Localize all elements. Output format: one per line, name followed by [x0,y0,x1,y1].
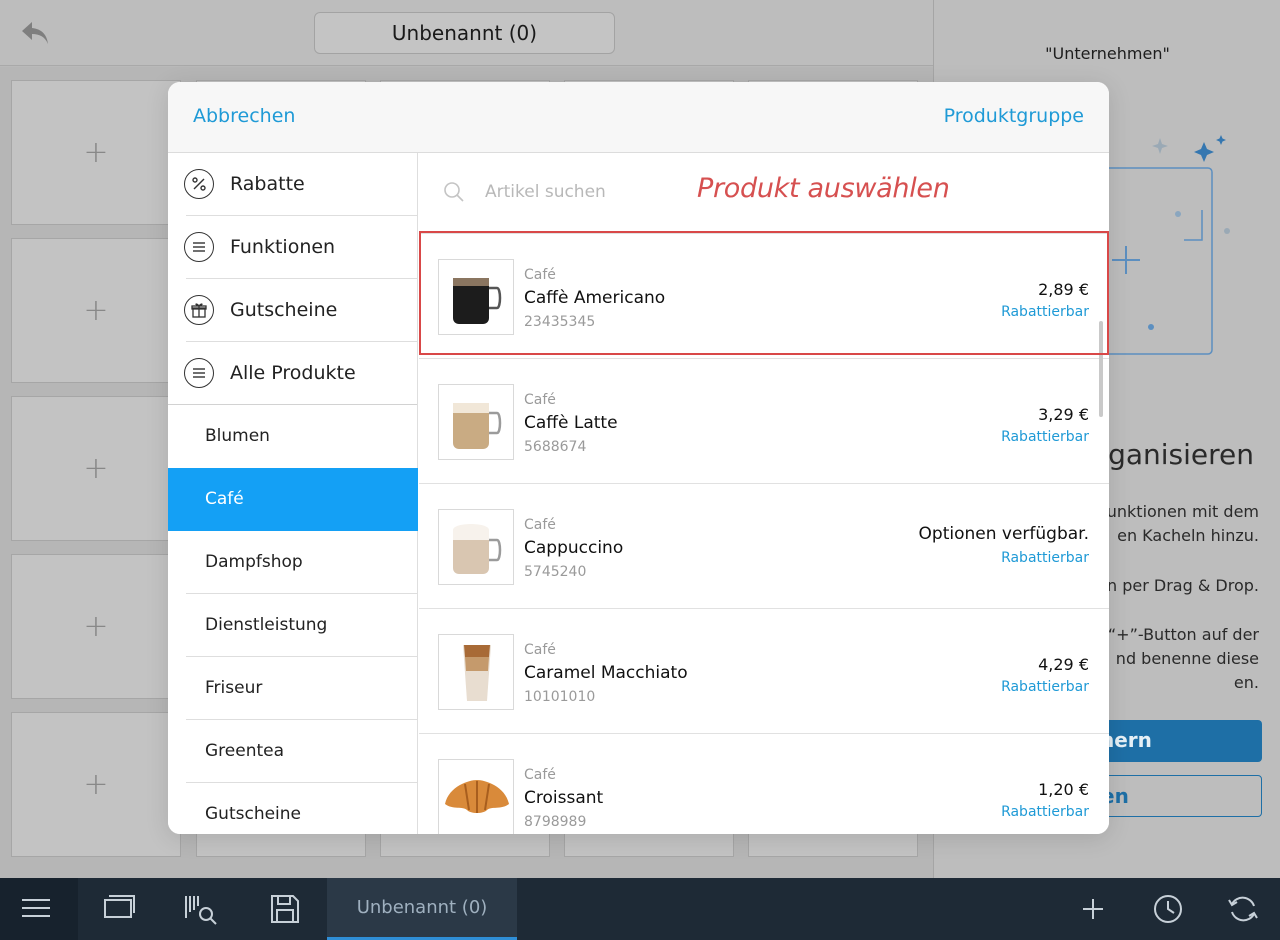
product-image [438,259,514,335]
product-name: Caffè Latte [524,413,618,433]
product-code: 5745240 [524,564,587,580]
cancel-button[interactable]: Abbrechen [193,105,295,127]
add-tile[interactable]: + [11,396,181,541]
history-clock-icon[interactable] [1151,892,1185,926]
product-code: 5688674 [524,439,587,455]
save-icon[interactable] [268,892,302,926]
menu-button[interactable] [0,878,78,940]
product-category: Café [524,392,556,408]
product-discount: Rabattierbar [1001,550,1089,566]
add-tile[interactable]: + [11,554,181,699]
category-gutscheine[interactable]: Gutscheine [168,279,418,342]
sidebar-item-dampfshop[interactable]: Dampfshop [168,531,418,594]
add-tile[interactable]: + [11,712,181,857]
help-secondary-button[interactable]: en [1100,775,1262,817]
product-price: 2,89 € [1038,280,1089,299]
category-label: Rabatte [230,173,305,195]
add-tile[interactable]: + [11,80,181,225]
sidebar-item-label: Gutscheine [205,804,302,824]
product-group-button[interactable]: Produktgruppe [944,105,1084,127]
product-code: 23435345 [524,314,596,330]
sidebar-item-label: Dampfshop [205,552,303,572]
product-image [438,509,514,585]
sidebar-item-label: Greentea [205,741,285,761]
help-panel-quote: "Unternehmen" [1045,44,1170,63]
category-label: Alle Produkte [230,362,356,384]
sidebar-item-friseur[interactable]: Friseur [168,657,418,720]
product-price: 4,29 € [1038,655,1089,674]
dialog-header: Abbrechen Produktgruppe [168,82,1109,153]
bottom-toolbar: Unbenannt (0) [0,878,1280,940]
sidebar-item-label: Café [205,489,244,509]
annotation-label: Produkt auswählen [697,173,950,204]
product-category: Café [524,767,556,783]
product-name: Cappuccino [524,538,624,558]
screens-icon[interactable] [102,892,136,926]
product-price: 1,20 € [1038,780,1089,799]
product-image [438,634,514,710]
document-title[interactable]: Unbenannt (0) [314,12,615,54]
product-category: Café [524,267,556,283]
list-icon [184,232,214,262]
product-image [438,759,514,834]
product-code: 10101010 [524,689,596,705]
top-bar: Unbenannt (0) [0,0,933,66]
search-bar: Produkt auswählen [419,153,1109,233]
sidebar-item-label: Friseur [205,678,263,698]
gift-icon [184,295,214,325]
product-discount: Rabattierbar [1001,679,1089,695]
product-row-caramel-macchiato[interactable]: Café Caramel Macchiato 10101010 4,29 € R… [419,608,1109,733]
product-row-caffe-latte[interactable]: Café Caffè Latte 5688674 3,29 € Rabattie… [419,358,1109,483]
sidebar-item-gutscheine[interactable]: Gutscheine [168,783,418,834]
product-category: Café [524,517,556,533]
undo-icon[interactable] [18,18,52,48]
help-primary-button[interactable]: nern [1100,720,1262,762]
product-code: 8798989 [524,814,587,830]
category-label: Funktionen [230,236,336,258]
search-input[interactable] [485,179,715,205]
product-row-cappuccino[interactable]: Café Cappuccino 5745240 Optionen verfügb… [419,483,1109,608]
search-icon [444,182,464,202]
percent-icon [184,169,214,199]
product-price: Optionen verfügbar. [918,524,1089,544]
product-name: Caramel Macchiato [524,663,688,683]
add-icon[interactable] [1076,892,1110,926]
scrollbar[interactable] [1099,321,1103,417]
product-picker-dialog: Abbrechen Produktgruppe Rabatte Funktion… [168,82,1109,834]
category-rabatte[interactable]: Rabatte [168,153,418,216]
tab-document[interactable]: Unbenannt (0) [327,878,517,940]
sidebar-item-label: Blumen [205,426,270,446]
sidebar-item-cafe[interactable]: Café [168,468,418,531]
product-row-croissant[interactable]: Café Croissant 8798989 1,20 € Rabattierb… [419,733,1109,834]
sidebar-item-dienstleistung[interactable]: Dienstleistung [168,594,418,657]
sidebar-item-greentea[interactable]: Greentea [168,720,418,783]
sidebar-item-blumen[interactable]: Blumen [168,405,418,468]
product-row-caffe-americano[interactable]: Café Caffè Americano 23435345 2,89 € Rab… [419,233,1109,358]
barcode-search-icon[interactable] [184,892,218,926]
product-discount: Rabattierbar [1001,804,1089,820]
category-label: Gutscheine [230,299,338,321]
product-name: Caffè Americano [524,288,666,308]
sidebar-item-label: Dienstleistung [205,615,328,635]
hamburger-icon [22,899,50,917]
product-image [438,384,514,460]
product-price: 3,29 € [1038,405,1089,424]
product-category: Café [524,642,556,658]
product-list-panel: Produkt auswählen Café Caffè Americano 2… [419,153,1109,834]
sync-icon[interactable] [1226,892,1260,926]
list-icon [184,358,214,388]
product-discount: Rabattierbar [1001,304,1089,320]
add-tile[interactable]: + [11,238,181,383]
product-name: Croissant [524,788,604,808]
product-discount: Rabattierbar [1001,429,1089,445]
category-funktionen[interactable]: Funktionen [168,216,418,279]
category-alle-produkte[interactable]: Alle Produkte [168,342,418,405]
category-sidebar: Rabatte Funktionen Gutscheine Alle Produ… [168,153,418,834]
